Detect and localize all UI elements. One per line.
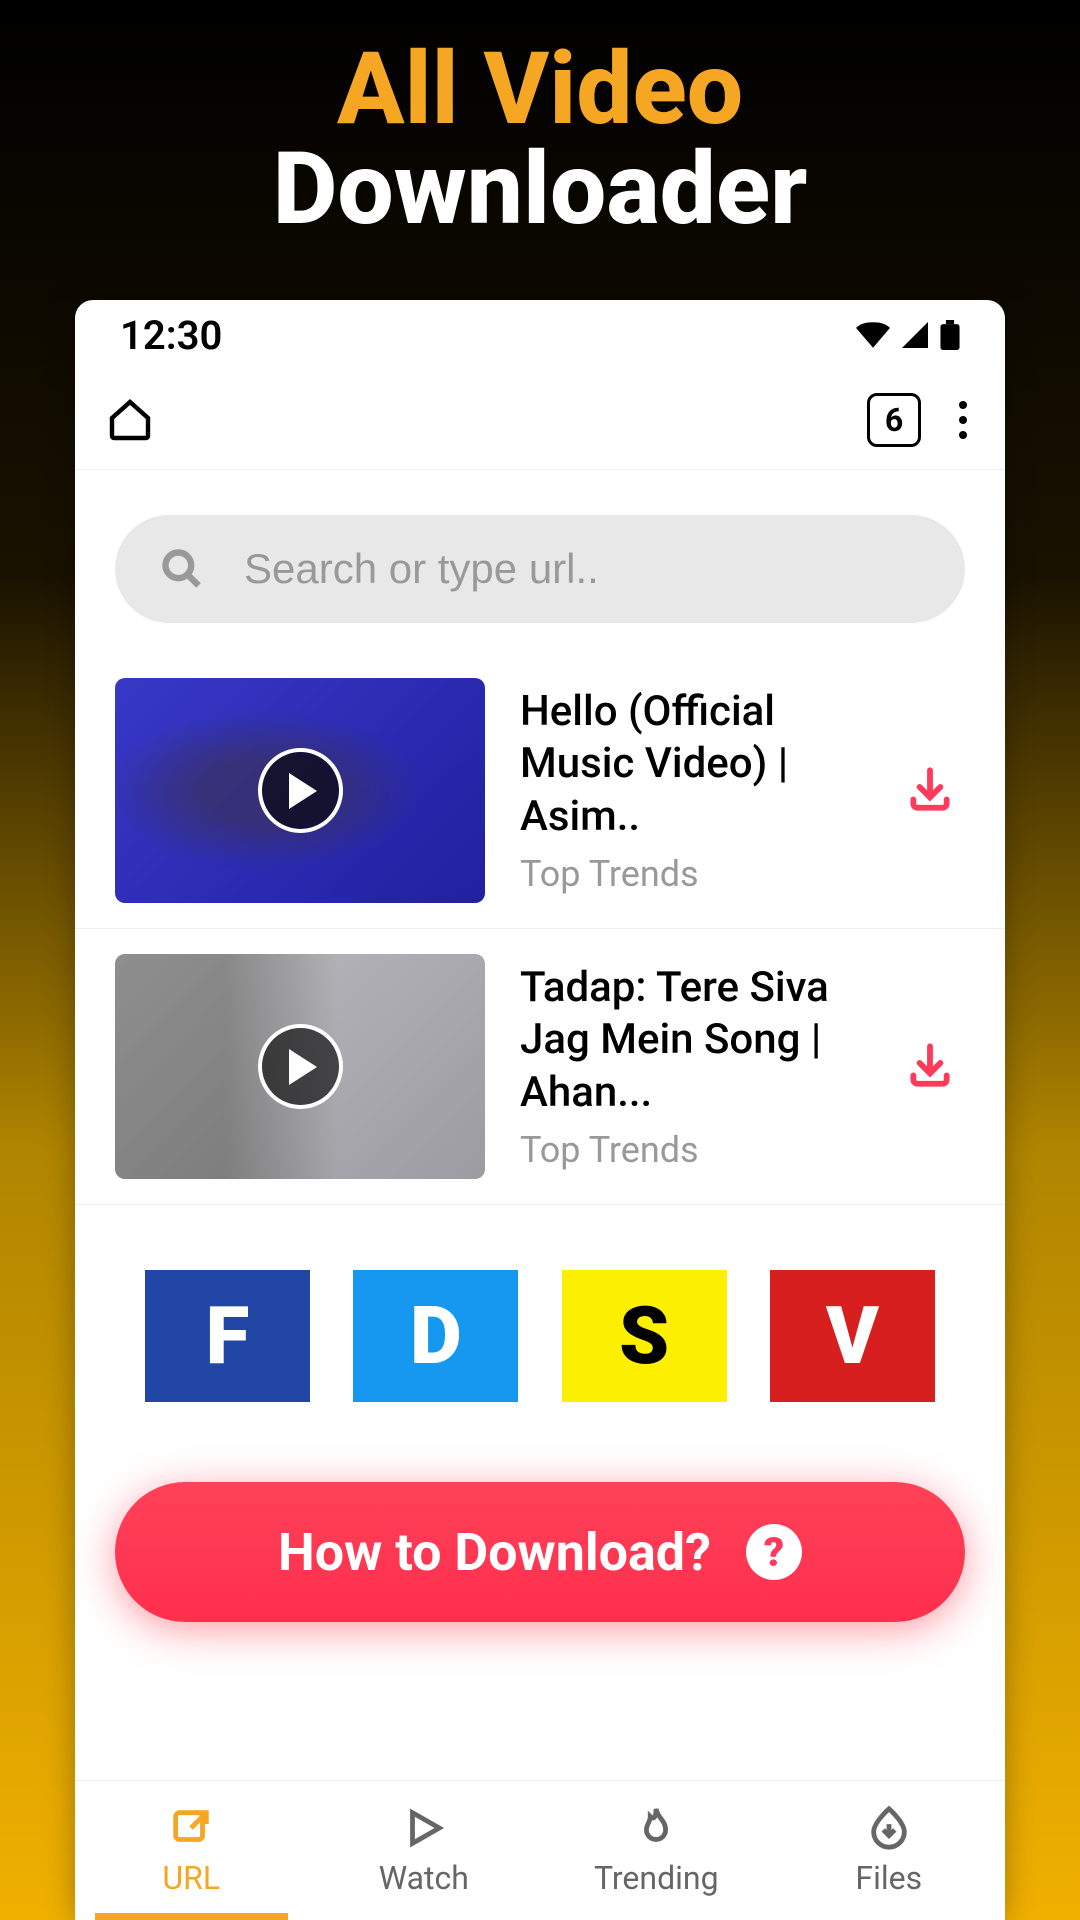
status-bar: 12:30: [75, 300, 1005, 370]
search-icon: [160, 547, 204, 591]
trending-icon: [633, 1805, 679, 1851]
video-info: Hello (Official Music Video) | Asim.. To…: [520, 686, 860, 896]
site-tile-f[interactable]: F: [145, 1270, 310, 1402]
video-subtitle: Top Trends: [520, 1129, 860, 1171]
more-dot-icon: [959, 401, 967, 409]
tile-letter: S: [619, 1289, 669, 1383]
video-item[interactable]: Tadap: Tere Siva Jag Mein Song | Ahan...…: [75, 929, 1005, 1205]
bottom-nav: URL Watch Trending Files: [75, 1780, 1005, 1920]
video-item[interactable]: Hello (Official Music Video) | Asim.. To…: [75, 653, 1005, 929]
url-icon: [168, 1805, 214, 1851]
play-button[interactable]: [258, 748, 343, 833]
top-bar-right: 6: [867, 393, 975, 447]
more-dot-icon: [959, 416, 967, 424]
wifi-icon: [856, 322, 890, 348]
hero-title: All Video Downloader: [0, 0, 1080, 240]
nav-trending[interactable]: Trending: [540, 1781, 773, 1920]
watch-icon: [401, 1805, 447, 1851]
download-button[interactable]: [895, 754, 965, 828]
signal-icon: [902, 322, 928, 348]
site-grid: F D S V: [75, 1205, 1005, 1452]
hero-line1: All Video: [0, 40, 1080, 140]
status-icons: [856, 320, 960, 350]
how-to-download-button[interactable]: How to Download? ?: [115, 1482, 965, 1622]
video-info: Tadap: Tere Siva Jag Mein Song | Ahan...…: [520, 962, 860, 1172]
nav-watch[interactable]: Watch: [308, 1781, 541, 1920]
phone-frame: 12:30 6: [75, 300, 1005, 1920]
home-icon: [106, 396, 154, 444]
more-dot-icon: [959, 431, 967, 439]
site-tile-s[interactable]: S: [562, 1270, 727, 1402]
site-tile-d[interactable]: D: [353, 1270, 518, 1402]
play-button[interactable]: [258, 1024, 343, 1109]
search-wrap: [75, 470, 1005, 653]
search-input[interactable]: [244, 545, 920, 593]
video-subtitle: Top Trends: [520, 853, 860, 895]
tab-count-button[interactable]: 6: [867, 393, 921, 447]
top-app-bar: 6: [75, 370, 1005, 470]
nav-label: Files: [855, 1859, 922, 1897]
video-thumbnail[interactable]: [115, 954, 485, 1179]
play-icon: [289, 1049, 317, 1085]
nav-label: URL: [162, 1859, 220, 1897]
download-icon: [905, 1040, 955, 1090]
site-tile-v[interactable]: V: [770, 1270, 935, 1402]
help-icon: ?: [746, 1524, 802, 1580]
video-title: Tadap: Tere Siva Jag Mein Song | Ahan...: [520, 962, 860, 1120]
video-title: Hello (Official Music Video) | Asim..: [520, 686, 860, 844]
how-to-label: How to Download?: [278, 1522, 711, 1583]
nav-files[interactable]: Files: [773, 1781, 1006, 1920]
files-icon: [866, 1805, 912, 1851]
download-icon: [905, 764, 955, 814]
nav-label: Trending: [594, 1859, 719, 1897]
download-button[interactable]: [895, 1030, 965, 1104]
home-button[interactable]: [105, 395, 155, 445]
status-time: 12:30: [120, 312, 222, 359]
nav-url[interactable]: URL: [75, 1781, 308, 1920]
search-bar[interactable]: [115, 515, 965, 623]
video-thumbnail[interactable]: [115, 678, 485, 903]
nav-label: Watch: [379, 1859, 469, 1897]
battery-icon: [940, 320, 960, 350]
tile-letter: V: [826, 1289, 879, 1383]
tile-letter: D: [410, 1289, 462, 1383]
play-icon: [289, 773, 317, 809]
hero-line2: Downloader: [0, 140, 1080, 240]
more-button[interactable]: [951, 393, 975, 447]
tab-count-value: 6: [885, 401, 903, 439]
tile-letter: F: [206, 1289, 250, 1383]
